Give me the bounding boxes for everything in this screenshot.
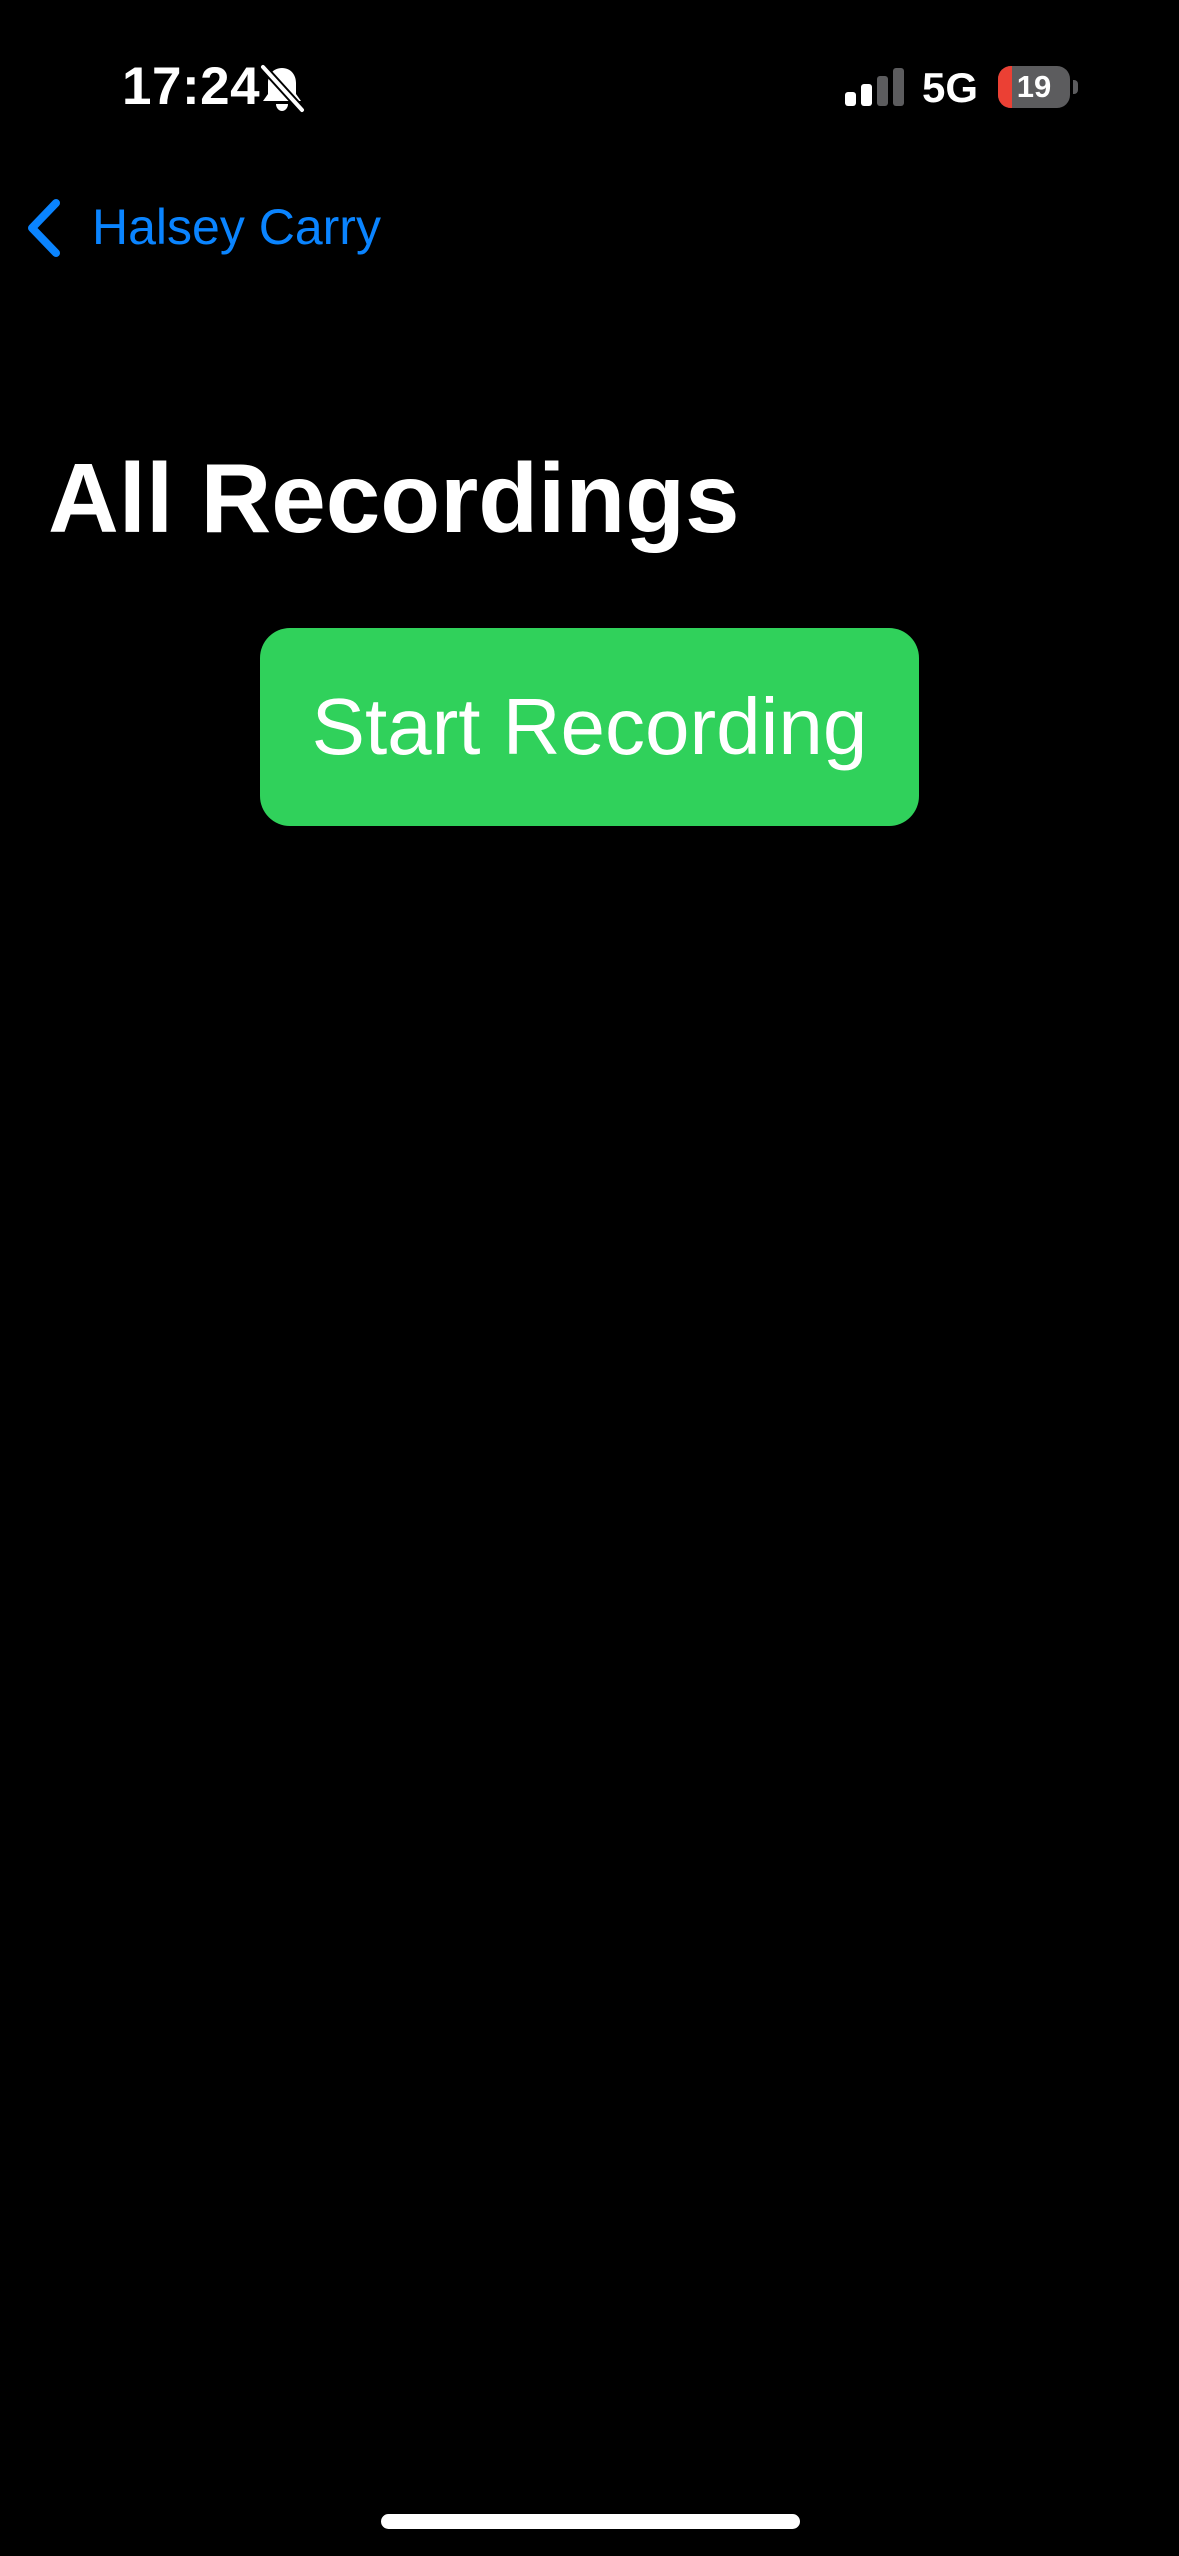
signal-bar-4 — [893, 68, 904, 106]
back-button-label: Halsey Carry — [92, 199, 381, 255]
start-recording-button[interactable]: Start Recording — [260, 628, 919, 826]
signal-bar-2 — [861, 84, 872, 106]
battery-cap — [1073, 80, 1078, 94]
cellular-signal-icon — [845, 68, 904, 106]
signal-bar-3 — [877, 76, 888, 106]
status-time: 17:24 — [122, 57, 261, 116]
page-title: All Recordings — [48, 443, 740, 553]
chevron-left-icon — [28, 198, 60, 257]
battery-percentage: 19 — [1016, 69, 1052, 104]
home-indicator[interactable] — [381, 2514, 800, 2529]
battery-icon: 19 — [998, 66, 1078, 108]
signal-bar-1 — [845, 92, 856, 106]
status-bar: 17:24 5G 19 — [0, 0, 1179, 150]
network-type-label: 5G — [922, 64, 979, 111]
battery-body: 19 — [998, 66, 1070, 108]
bell-slash-icon — [259, 64, 306, 114]
back-button[interactable]: Halsey Carry — [22, 190, 381, 265]
